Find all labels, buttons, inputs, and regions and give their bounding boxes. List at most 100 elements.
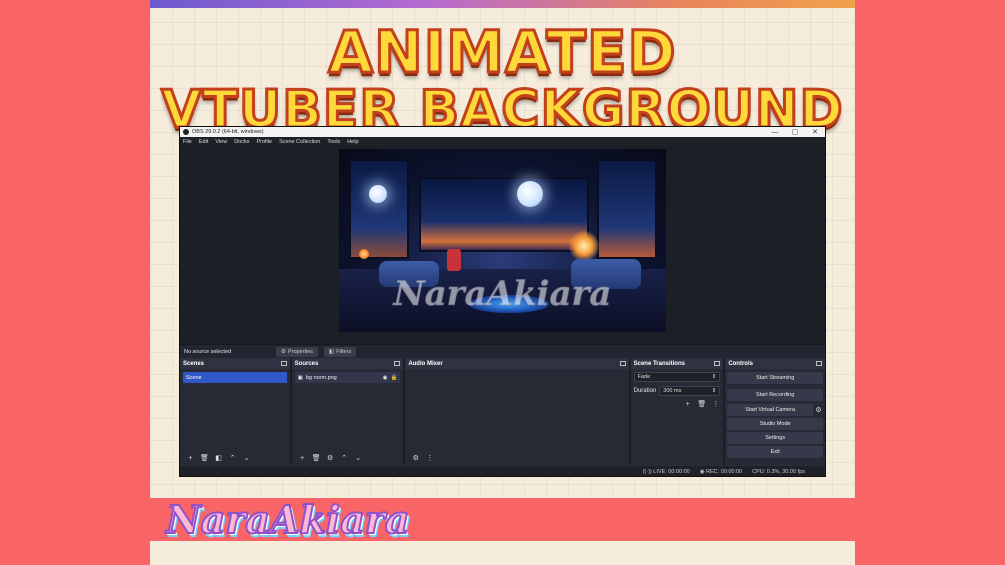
room-window-right [597, 159, 657, 259]
duration-spinbox[interactable]: 300 ms ⇕ [659, 386, 721, 396]
undock-icon[interactable] [280, 361, 287, 366]
duration-row: Duration 300 ms ⇕ [634, 386, 721, 396]
live-status: ((·)) LIVE: 00:00:00 [643, 469, 690, 475]
room-window-center [419, 177, 589, 252]
eye-icon[interactable]: ◉ [383, 375, 388, 381]
start-virtual-camera-button[interactable]: Start Virtual Camera [727, 404, 813, 416]
undock-icon[interactable] [619, 361, 626, 366]
filters-button[interactable]: ◧ Filters [324, 346, 357, 357]
menu-tools[interactable]: Tools [327, 139, 340, 145]
chevron-updown-icon: ⇕ [711, 374, 717, 380]
gear-icon[interactable]: ⚙ [326, 454, 335, 463]
rec-time: REC: 00:00:00 [706, 468, 743, 475]
more-vertical-icon[interactable]: ⋮ [425, 454, 434, 463]
red-chair [447, 249, 461, 271]
controls-dock-header: Controls [725, 358, 825, 369]
start-recording-button[interactable]: Start Recording [727, 389, 823, 401]
more-vertical-icon[interactable]: ⋮ [711, 400, 720, 409]
poster-top-gradient-bar [150, 0, 855, 8]
chevron-down-icon[interactable]: ⌄ [354, 454, 363, 463]
undock-icon[interactable] [816, 361, 822, 366]
image-icon: ▣ [297, 374, 303, 381]
chevron-up-icon[interactable]: ⌃ [340, 454, 349, 463]
filters-label: Filters [336, 348, 352, 355]
menu-docks[interactable]: Docks [234, 139, 249, 145]
preview-watermark: NaraAkiara [393, 274, 612, 315]
trash-icon[interactable]: 🗑 [697, 400, 706, 409]
mixer-settings-icon[interactable]: ⚙ [411, 454, 420, 463]
rec-status: ◉ REC: 00:00:00 [700, 469, 742, 475]
undock-icon[interactable] [394, 361, 401, 366]
scene-list-item[interactable]: Scene [183, 372, 287, 383]
sources-dock-header: Sources [291, 358, 404, 369]
studio-mode-button[interactable]: Studio Mode [727, 418, 823, 430]
menu-file[interactable]: File [183, 139, 192, 145]
city-glow [569, 231, 599, 261]
start-streaming-button[interactable]: Start Streaming [727, 372, 823, 384]
transition-actions: + 🗑 ⋮ [634, 400, 721, 409]
add-icon[interactable]: + [683, 400, 692, 409]
scenes-dock-footer: + 🗑 ◧ ⌃ ⌄ [180, 452, 290, 465]
cpu-status: CPU: 0.3%, 30.00 fps [752, 468, 805, 475]
scenes-list: Scene [180, 369, 290, 452]
undock-icon[interactable] [714, 361, 721, 366]
sources-list: ▣ bg room.png ◉ 🔒 [292, 369, 404, 452]
scenes-dock-header: Scenes [180, 358, 290, 369]
lock-icon[interactable]: 🔒 [390, 375, 397, 381]
scene-preview-image: NaraAkiara [339, 149, 666, 332]
chevron-updown-icon: ⇕ [711, 388, 717, 394]
audio-mixer-body [405, 369, 628, 452]
gear-icon[interactable]: ⚙ [814, 406, 823, 415]
docks-area: Scenes Scene + 🗑 ◧ ⌃ ⌄ Sources ▣ bg room… [180, 358, 825, 465]
controls-body: Start Streaming Start Recording Start Vi… [725, 369, 825, 465]
obs-logo-icon [183, 129, 189, 135]
filter-icon: ◧ [329, 348, 335, 355]
brand-logo: NaraAkiara [165, 496, 411, 543]
menu-scene-collection[interactable]: Scene Collection [279, 139, 320, 145]
broadcast-icon: ((·)) [642, 468, 652, 475]
trash-icon[interactable]: 🗑 [200, 454, 209, 463]
menu-help[interactable]: Help [347, 139, 358, 145]
source-toolbar: No source selected ⚙ Properties ◧ Filter… [180, 344, 825, 358]
scene-transitions-dock-title: Scene Transitions [633, 360, 685, 367]
properties-button[interactable]: ⚙ Properties [276, 346, 319, 357]
obs-window-title: OBS 29.0.2 (64-bit, windows) [192, 129, 264, 135]
obs-titlebar: OBS 29.0.2 (64-bit, windows) — ▢ ✕ [180, 127, 825, 137]
audio-mixer-dock: Audio Mixer ⚙ ⋮ [405, 358, 629, 465]
poster-title-line1: ANIMATED [327, 17, 677, 88]
sources-dock-title: Sources [294, 360, 319, 367]
duration-label: Duration [633, 388, 657, 394]
trash-icon[interactable]: 🗑 [312, 454, 321, 463]
close-button[interactable]: ✕ [805, 128, 825, 136]
add-icon[interactable]: + [298, 454, 307, 463]
record-icon: ◉ [699, 468, 705, 475]
audio-mixer-dock-footer: ⚙ ⋮ [405, 452, 628, 465]
properties-label: Properties [287, 348, 314, 355]
controls-dock-title: Controls [728, 360, 753, 367]
add-icon[interactable]: + [186, 454, 195, 463]
no-source-label: No source selected [184, 348, 232, 355]
scene-transitions-body: Fade ⇕ Duration 300 ms ⇕ + 🗑 ⋮ [631, 369, 724, 465]
filter-icon[interactable]: ◧ [214, 454, 223, 463]
menu-profile[interactable]: Profile [256, 139, 272, 145]
menu-edit[interactable]: Edit [199, 139, 208, 145]
chevron-down-icon[interactable]: ⌄ [242, 454, 251, 463]
minimize-button[interactable]: — [765, 129, 785, 136]
audio-mixer-dock-header: Audio Mixer [405, 358, 629, 369]
source-name: bg room.png [305, 374, 337, 381]
scene-transitions-dock: Scene Transitions Fade ⇕ Duration 300 ms… [630, 358, 724, 465]
live-time: LIVE: 00:00:00 [653, 468, 690, 475]
sources-dock: Sources ▣ bg room.png ◉ 🔒 + 🗑 ⚙ ⌃ ⌄ [291, 358, 404, 465]
exit-button[interactable]: Exit [727, 446, 823, 458]
menu-view[interactable]: View [215, 139, 227, 145]
gear-icon: ⚙ [281, 348, 286, 355]
chevron-up-icon[interactable]: ⌃ [228, 454, 237, 463]
obs-menubar: File Edit View Docks Profile Scene Colle… [180, 137, 825, 146]
moon-small [369, 185, 387, 203]
maximize-button[interactable]: ▢ [785, 128, 805, 136]
scene-transitions-dock-header: Scene Transitions [630, 358, 724, 369]
settings-button[interactable]: Settings [727, 432, 823, 444]
preview-canvas[interactable]: NaraAkiara [180, 146, 825, 344]
source-list-item[interactable]: ▣ bg room.png ◉ 🔒 [294, 372, 401, 383]
transition-select[interactable]: Fade ⇕ [633, 372, 721, 382]
